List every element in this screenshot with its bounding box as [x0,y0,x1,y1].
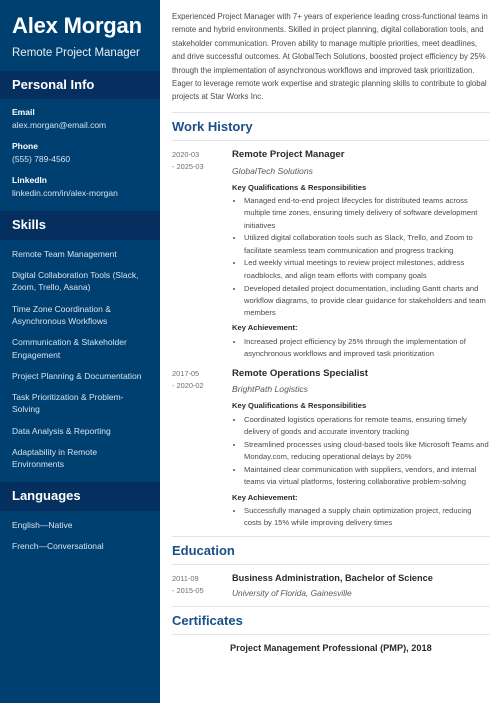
sidebar-header: Alex Morgan Remote Project Manager [0,0,160,71]
bullet-item: Increased project efficiency by 25% thro… [244,336,490,361]
heading-certificates: Certificates [172,612,243,628]
resume-page: Alex Morgan Remote Project Manager Perso… [0,0,500,707]
work-entry-organization: BrightPath Logistics [232,384,308,395]
contact-value-linkedin[interactable]: linkedin.com/in/alex-morgan [12,188,148,200]
achievement-list: Successfully managed a supply chain opti… [232,505,490,530]
achievement-list: Increased project efficiency by 25% thro… [232,336,490,361]
skill-item: Adaptability in Remote Environments [12,447,98,470]
skill-item: Communication & Stakeholder Engagement [12,337,127,360]
work-entry-organization: GlobalTech Solutions [232,165,313,176]
work-entry: 2020-03 - 2025-03 Remote Project Manager… [172,148,490,361]
skill-item: Project Planning & Documentation [12,370,142,381]
certificate-entry: Project Management Professional (PMP), 2… [172,642,490,655]
sidebar-heading-personal-info: Personal Info [12,76,95,92]
sidebar-heading-languages: Languages [12,487,81,503]
bullet-item: Streamlined processes using cloud-based … [244,439,490,464]
bullet-item: Led weekly virtual meetings to review pr… [244,257,490,282]
candidate-job-title: Remote Project Manager [12,46,140,59]
divider [172,564,490,566]
work-entry-role: Remote Project Manager [232,149,345,161]
date-end: - 2025-03 [172,162,204,172]
contact-label-email: Email [12,107,35,118]
date-start: 2011-09 [172,574,199,584]
bullet-item: Maintained clear communication with supp… [244,464,490,489]
date-end: - 2015-05 [172,586,204,596]
contact-item-phone: Phone (555) 789-4560 [12,141,148,166]
work-entry-role: Remote Operations Specialist [232,367,368,379]
divider [172,140,490,142]
section-band-personal-info: Personal Info [0,70,160,100]
achievement-label: Key Achievement: [232,323,298,333]
divider [172,111,490,113]
language-item: English—Native [12,519,73,530]
bullet-item: Managed end-to-end project lifecycles fo… [244,195,490,232]
contact-value-email[interactable]: alex.morgan@email.com [12,120,148,132]
contact-label-phone: Phone [12,141,38,152]
divider [172,536,490,537]
education-school: University of Florida, Gainesville [232,588,352,599]
qualifications-label: Key Qualifications & Responsibilities [232,182,367,192]
date-start: 2017-05 [172,368,200,378]
languages-body: English—Native French—Conversational [0,511,160,564]
section-band-skills: Skills [0,210,160,240]
skills-body: Remote Team Management Digital Collabora… [0,240,160,482]
work-entry-body: Remote Operations Specialist BrightPath … [230,367,490,530]
sidebar: Alex Morgan Remote Project Manager Perso… [0,0,160,703]
certificate-date-spacer [172,642,230,655]
personal-info-body: Email alex.morgan@email.com Phone (555) … [0,99,160,210]
heading-education: Education [172,543,235,558]
divider [172,605,490,607]
candidate-name: Alex Morgan [12,13,142,38]
section-education: Education 2011-09 - 2015-05 Business Adm… [172,536,490,600]
heading-work-history: Work History [172,118,253,134]
sidebar-heading-skills: Skills [12,216,46,232]
contact-item-linkedin: LinkedIn linkedin.com/in/alex-morgan [12,175,148,200]
work-entry-dates: 2017-05 - 2020-02 [172,367,230,392]
contact-value-phone[interactable]: (555) 789-4560 [12,154,148,166]
bullet-item: Utilized digital collaboration tools suc… [244,232,490,257]
contact-item-email: Email alex.morgan@email.com [12,107,148,132]
certificate-name: Project Management Professional (PMP), 2… [230,643,432,654]
skills-list: Remote Team Management Digital Collabora… [12,248,148,471]
section-certificates: Certificates Project Management Professi… [172,605,490,655]
skill-item: Task Prioritization & Problem-Solving [12,392,124,415]
work-entry: 2017-05 - 2020-02 Remote Operations Spec… [172,367,490,530]
education-degree: Business Administration, Bachelor of Sci… [232,573,433,584]
education-entry-dates: 2011-09 - 2015-05 [172,572,230,597]
section-band-languages: Languages [0,481,160,511]
bullet-item: Successfully managed a supply chain opti… [244,505,490,530]
bullet-item: Coordinated logistics operations for rem… [244,414,490,439]
qualifications-list: Managed end-to-end project lifecycles fo… [232,195,490,319]
professional-summary: Experienced Project Manager with 7+ year… [172,12,488,102]
work-entry-dates: 2020-03 - 2025-03 [172,148,230,173]
qualifications-list: Coordinated logistics operations for rem… [232,414,490,489]
skill-item: Remote Team Management [12,248,117,259]
divider [172,634,490,636]
contact-label-linkedin: LinkedIn [12,175,47,185]
language-item: French—Conversational [12,540,104,551]
education-entry: 2011-09 - 2015-05 Business Administratio… [172,572,490,600]
skill-item: Digital Collaboration Tools (Slack, Zoom… [12,269,139,293]
languages-list: English—Native French—Conversational [12,519,148,553]
skill-item: Time Zone Coordination & Asynchronous Wo… [12,303,111,326]
date-start: 2020-03 [172,150,200,160]
bullet-item: Developed detailed project documentation… [244,283,490,320]
achievement-label: Key Achievement: [232,492,298,502]
work-entry-body: Remote Project Manager GlobalTech Soluti… [230,148,490,361]
main-content: Experienced Project Manager with 7+ year… [160,0,500,707]
section-work-history: Work History 2020-03 - 2025-03 Remote Pr… [172,111,490,530]
qualifications-label: Key Qualifications & Responsibilities [232,401,367,411]
date-end: - 2020-02 [172,381,204,391]
skill-item: Data Analysis & Reporting [12,425,111,436]
education-entry-body: Business Administration, Bachelor of Sci… [230,572,490,600]
